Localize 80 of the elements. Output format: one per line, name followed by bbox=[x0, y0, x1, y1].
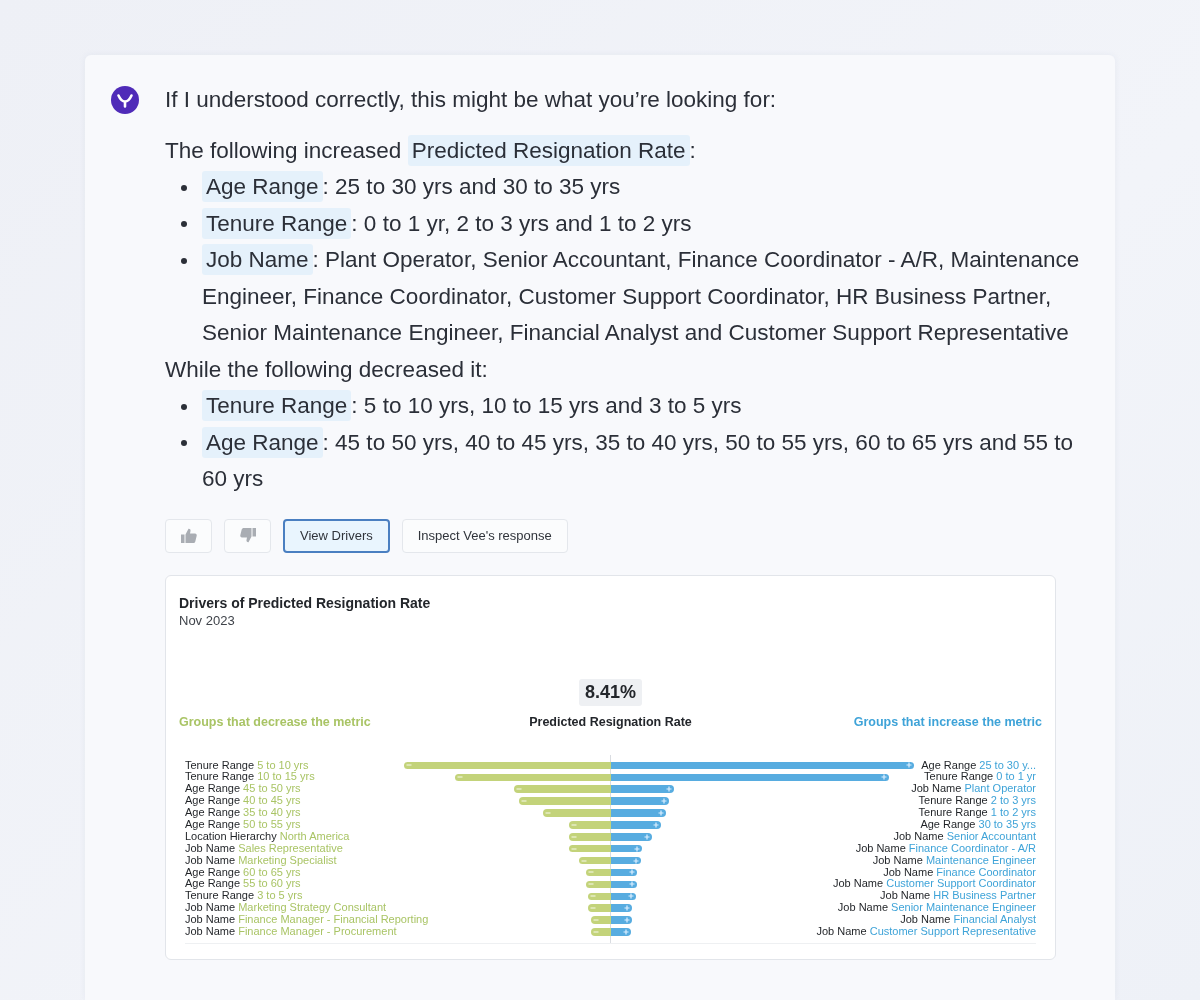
driver-label: Tenure Range 2 to 3 yrs bbox=[918, 795, 1036, 808]
driver-label: Job Name Finance Coordinator - A/R bbox=[855, 842, 1036, 855]
chart-period: Nov 2023 bbox=[179, 611, 236, 630]
bullet-text: Tenure Range : 0 to 1 yr, 2 to 3 yrs and 1 to 2 yrs bbox=[202, 205, 1093, 242]
field-chip: Age Range bbox=[202, 171, 323, 202]
driver-label: Job Name Finance Coordinator bbox=[883, 866, 1036, 879]
plus-icon bbox=[633, 845, 640, 852]
bullet-text: Tenure Range : 5 to 10 yrs, 10 to 15 yrs and 3 to 5 yrs bbox=[202, 388, 1093, 425]
action-button[interactable]: Inspect Vee's response bbox=[401, 518, 568, 553]
driver-label: Job Name Marketing Specialist bbox=[185, 854, 337, 867]
driver-label: Age Range 40 to 45 yrs bbox=[185, 795, 301, 808]
driver-label: Job Name Finance Manager - Procurement bbox=[185, 925, 397, 938]
bullet-text: Age Range : 25 to 30 yrs and 30 to 35 yrs bbox=[202, 169, 1093, 206]
thumbs-down-button[interactable] bbox=[224, 518, 271, 553]
driver-label: Job Name Customer Support Coordinator bbox=[833, 878, 1036, 891]
driver-label: Job Name Finance Manager - Financial Reporting bbox=[185, 914, 429, 926]
thumbs-down-icon bbox=[239, 528, 256, 543]
metric-value: 8.41% bbox=[578, 678, 642, 706]
plus-icon bbox=[652, 821, 659, 828]
bullet-text: Job Name : Plant Operator, Senior Accountant, Finance Coordinator - A/R, Maintenance Engineer, Finance Coordinator, Customer Support Coordinator, HR Business Partner, Senior Maintenance Engineer, Financial Analyst and Customer Support Representative bbox=[202, 242, 1093, 352]
bullet-icon bbox=[181, 184, 187, 191]
driver-label: Tenure Range 0 to 1 yr bbox=[924, 771, 1036, 784]
driver-label: Age Range 60 to 65 yrs bbox=[185, 866, 301, 879]
increase-heading: Groups that increase the metric bbox=[853, 713, 1042, 730]
minus-icon bbox=[456, 774, 463, 781]
plus-icon bbox=[657, 810, 664, 816]
plus-icon bbox=[905, 762, 912, 769]
driver-label: Job Name Sales Representative bbox=[185, 842, 343, 855]
plus-icon bbox=[643, 833, 650, 840]
driver-label: Age Range 35 to 40 yrs bbox=[185, 807, 301, 819]
driver-label: Job Name Plant Operator bbox=[911, 783, 1036, 796]
field-chip: Tenure Range bbox=[202, 207, 352, 239]
driver-label: Job Name Senior Accountant bbox=[893, 830, 1036, 843]
driver-label: Job Name Customer Support Representative bbox=[816, 925, 1036, 938]
driver-label: Tenure Range 5 to 10 yrs bbox=[185, 759, 309, 772]
driver-label: Age Range 25 to 30 y... bbox=[921, 759, 1036, 772]
plus-icon bbox=[665, 786, 672, 793]
field-chip: Predicted Resignation Rate bbox=[407, 134, 690, 166]
thumbs-up-icon bbox=[180, 528, 197, 543]
plus-icon bbox=[880, 774, 887, 781]
plus-icon bbox=[623, 917, 630, 924]
plus-icon bbox=[627, 893, 634, 900]
driver-label: Job Name Maintenance Engineer bbox=[872, 854, 1036, 867]
decrease-heading: Groups that decrease the metric bbox=[179, 713, 371, 730]
field-chip: Job Name bbox=[202, 244, 313, 275]
thumbs-up-button[interactable] bbox=[165, 518, 212, 553]
chart-title: Drivers of Predicted Resignation Rate bbox=[179, 593, 432, 612]
driver-label: Age Range 30 to 35 yrs bbox=[920, 818, 1036, 831]
logo-icon bbox=[111, 86, 139, 114]
driver-label: Age Range 55 to 60 yrs bbox=[185, 878, 301, 891]
intro-text: If I understood correctly, this might be what you’re looking for: bbox=[165, 86, 778, 114]
bullet-icon bbox=[181, 221, 187, 227]
driver-label: Age Range 45 to 50 yrs bbox=[185, 783, 301, 796]
driver-label: Location Hierarchy North America bbox=[185, 830, 350, 843]
driver-label: Age Range 50 to 55 yrs bbox=[185, 818, 301, 831]
plus-icon bbox=[632, 857, 639, 864]
plus-icon bbox=[628, 869, 635, 876]
driver-label: Tenure Range 1 to 2 yrs bbox=[918, 807, 1036, 819]
minus-icon bbox=[405, 762, 412, 769]
bullet-text: Age Range : 45 to 50 yrs, 40 to 45 yrs, 35 to 40 yrs, 50 to 55 yrs, 60 to 65 yrs and 55 to 60 yrs bbox=[202, 424, 1093, 498]
plus-icon bbox=[622, 928, 629, 935]
driver-label: Tenure Range 3 to 5 yrs bbox=[185, 890, 303, 903]
plus-icon bbox=[660, 798, 667, 805]
bullet-icon bbox=[181, 403, 187, 410]
driver-label: Job Name Marketing Strategy Consultant bbox=[185, 902, 387, 915]
field-chip: Tenure Range bbox=[202, 390, 352, 421]
lead-text: While the following decreased it: bbox=[165, 355, 489, 384]
driver-label: Job Name Financial Analyst bbox=[900, 914, 1036, 926]
driver-label: Tenure Range 10 to 15 yrs bbox=[185, 771, 315, 784]
plus-icon bbox=[628, 881, 635, 888]
driver-label: Job Name HR Business Partner bbox=[880, 890, 1036, 903]
action-button[interactable]: View Drivers bbox=[283, 518, 390, 553]
lead-text: The following increased Predicted Resignation Rate : bbox=[165, 132, 1093, 169]
minus-icon bbox=[544, 810, 551, 816]
driver-label: Job Name Senior Maintenance Engineer bbox=[837, 902, 1036, 915]
bullet-icon bbox=[181, 440, 187, 446]
plus-icon bbox=[623, 905, 630, 912]
bullet-icon bbox=[181, 257, 187, 264]
field-chip: Age Range bbox=[202, 426, 323, 458]
metric-label: Predicted Resignation Rate bbox=[529, 713, 692, 730]
